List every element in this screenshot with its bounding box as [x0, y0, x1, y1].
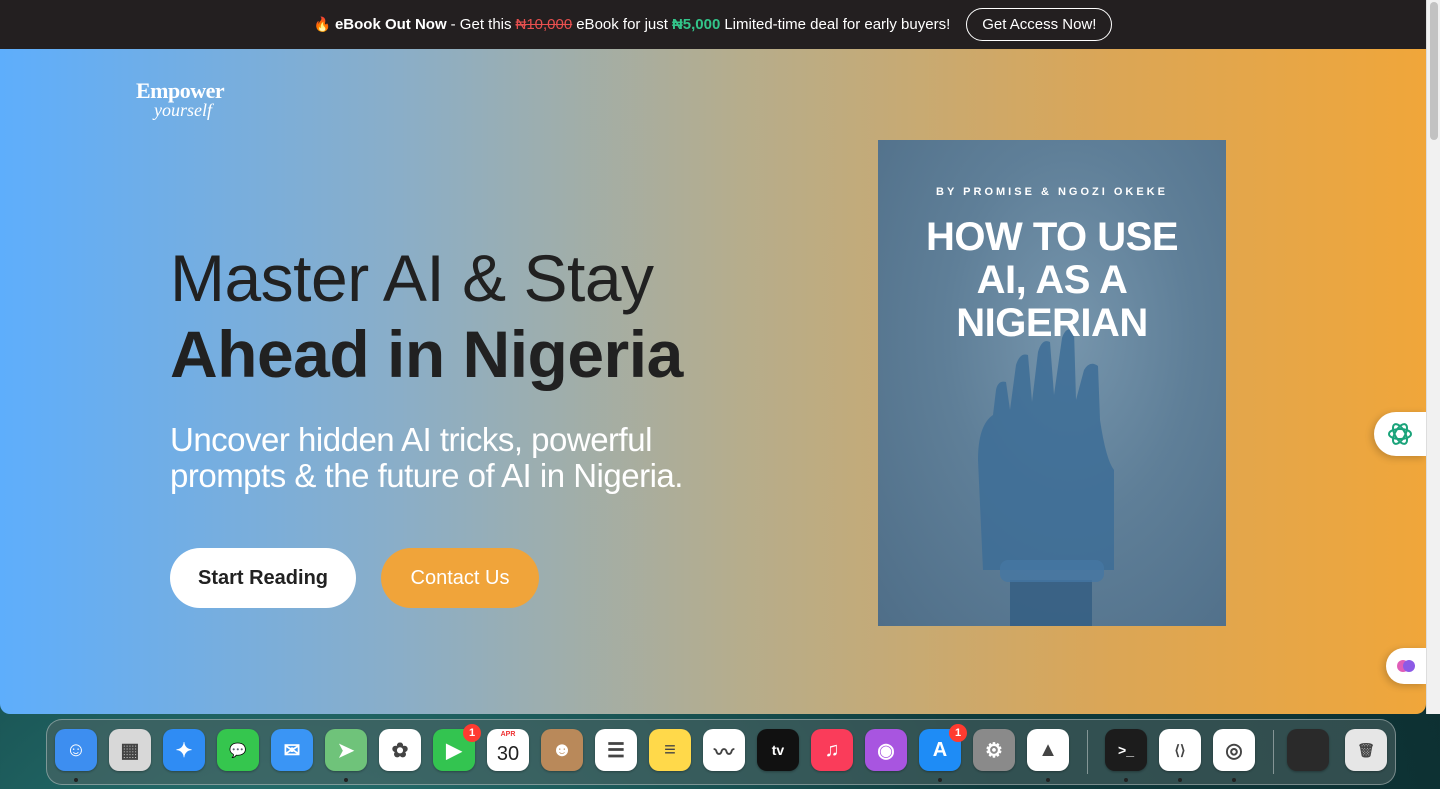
- podcasts-glyph: ◉: [877, 739, 895, 762]
- promo-text: Limited-time deal for early buyers!: [724, 16, 951, 33]
- book-title-line: AI, AS A: [976, 258, 1128, 302]
- screenshot-thumb-icon[interactable]: [1287, 729, 1329, 771]
- launchpad-glyph: ▦: [120, 739, 140, 762]
- facetime-icon[interactable]: ▶ 1: [433, 724, 481, 771]
- browser-viewport: 🔥 eBook Out Now - Get this ₦10,000 eBook…: [0, 0, 1426, 714]
- promo-text: - Get this: [450, 16, 512, 33]
- macos-dock: ☺ ▦ ✦ 💬 ✉ ➤ ✿ ▶ 1 APR 30 ☻ ☰ ≡ 〰 tv ♫ ◉ A 1 ⚙ ▲ >_ ⟨⟩ ◎ 🗑: [46, 719, 1396, 785]
- safari-icon[interactable]: ✦: [163, 729, 205, 771]
- robot-hand-illustration: [978, 329, 1114, 626]
- scrollbar-thumb[interactable]: [1430, 2, 1438, 140]
- brain-icon: [1397, 660, 1415, 672]
- trash-glyph: 🗑: [1357, 741, 1375, 758]
- promo-new-price: ₦5,000: [671, 16, 721, 33]
- freeform-icon[interactable]: 〰: [703, 729, 745, 771]
- maps-glyph: ➤: [337, 739, 355, 762]
- notes-glyph: ≡: [664, 738, 676, 761]
- photos-glyph: ✿: [391, 739, 409, 762]
- fire-icon: 🔥: [313, 16, 331, 32]
- safari-glyph: ✦: [175, 739, 193, 762]
- notification-badge: 1: [949, 724, 967, 742]
- calendar-month-label: APR: [500, 731, 516, 738]
- mail-icon[interactable]: ✉: [271, 729, 313, 771]
- get-access-button[interactable]: Get Access Now!: [966, 8, 1113, 41]
- openai-icon: [1388, 423, 1412, 445]
- terminal-glyph: >_: [1118, 742, 1134, 758]
- scrollbar[interactable]: [1426, 0, 1440, 714]
- notes-icon[interactable]: ≡: [649, 729, 691, 771]
- vlc-glyph: ▲: [1038, 738, 1058, 761]
- running-indicator: [938, 778, 942, 782]
- vlc-icon[interactable]: ▲: [1027, 729, 1069, 771]
- hero-heading-line1: Master AI & Stay: [170, 241, 654, 315]
- photos-icon[interactable]: ✿: [379, 729, 421, 771]
- book-cover: BY PROMISE & NGOZI OKEKE HOW TO USE AI, …: [878, 140, 1226, 626]
- reminders-icon[interactable]: ☰: [595, 729, 637, 771]
- dock-separator: [1087, 730, 1088, 774]
- terminal-icon[interactable]: >_: [1105, 729, 1147, 771]
- book-title-line: NIGERIAN: [956, 301, 1148, 345]
- trash-icon[interactable]: 🗑: [1345, 729, 1387, 771]
- running-indicator: [1046, 778, 1050, 782]
- podcasts-icon[interactable]: ◉: [865, 729, 907, 771]
- contacts-icon[interactable]: ☻: [541, 729, 583, 771]
- contacts-glyph: ☻: [551, 738, 573, 761]
- running-indicator: [1124, 778, 1128, 782]
- messages-icon[interactable]: 💬: [217, 729, 259, 771]
- running-indicator: [74, 778, 78, 782]
- reminders-glyph: ☰: [607, 739, 625, 762]
- music-glyph: ♫: [824, 738, 840, 761]
- maps-icon[interactable]: ➤: [325, 729, 367, 771]
- music-icon[interactable]: ♫: [811, 729, 853, 771]
- running-indicator: [1178, 778, 1182, 782]
- book-byline: BY PROMISE & NGOZI OKEKE: [936, 186, 1168, 198]
- notification-badge: 1: [463, 724, 481, 742]
- book-title-line: HOW TO USE: [925, 215, 1179, 259]
- dock-separator: [1273, 730, 1274, 774]
- messages-glyph: 💬: [229, 741, 247, 758]
- facetime-glyph: ▶: [446, 739, 462, 762]
- freeform-glyph: 〰: [714, 741, 734, 764]
- apple-tv-glyph: tv: [771, 742, 785, 758]
- system-settings-glyph: ⚙: [985, 739, 1003, 762]
- promo-banner: 🔥 eBook Out Now - Get this ₦10,000 eBook…: [0, 0, 1426, 49]
- app-store-glyph: A: [932, 738, 948, 761]
- chrome-icon[interactable]: ◎: [1213, 729, 1255, 771]
- contact-us-button[interactable]: Contact Us: [381, 548, 539, 608]
- chrome-glyph: ◎: [1225, 739, 1243, 762]
- finder-icon[interactable]: ☺: [55, 729, 97, 771]
- launchpad-icon[interactable]: ▦: [109, 729, 151, 771]
- vscode-icon[interactable]: ⟨⟩: [1159, 729, 1201, 771]
- site-logo[interactable]: Empower yourself: [136, 78, 225, 121]
- calendar-day-label: 30: [496, 742, 520, 765]
- promo-text: eBook for just: [576, 16, 668, 33]
- finder-glyph: ☺: [65, 738, 87, 761]
- system-settings-icon[interactable]: ⚙: [973, 729, 1015, 771]
- start-reading-button[interactable]: Start Reading: [170, 548, 356, 608]
- app-store-icon[interactable]: A1: [919, 724, 967, 771]
- brain-widget-button[interactable]: [1386, 648, 1426, 684]
- logo-line2: yourself: [154, 100, 212, 120]
- running-indicator: [1232, 778, 1236, 782]
- hero-subtitle: Uncover hidden AI tricks, powerful promp…: [170, 421, 683, 494]
- promo-old-price: ₦10,000: [515, 16, 573, 33]
- calendar-icon[interactable]: APR 30: [487, 729, 529, 771]
- book-title: HOW TO USE AI, AS A NIGERIAN: [878, 216, 1226, 345]
- apple-tv-icon[interactable]: tv: [757, 729, 799, 771]
- mail-glyph: ✉: [283, 739, 301, 762]
- promo-title: eBook Out Now: [334, 16, 447, 33]
- running-indicator: [344, 778, 348, 782]
- chat-widget-button[interactable]: [1374, 412, 1426, 456]
- vscode-glyph: ⟨⟩: [1174, 741, 1186, 758]
- hero-heading-line2: Ahead in Nigeria: [170, 317, 683, 391]
